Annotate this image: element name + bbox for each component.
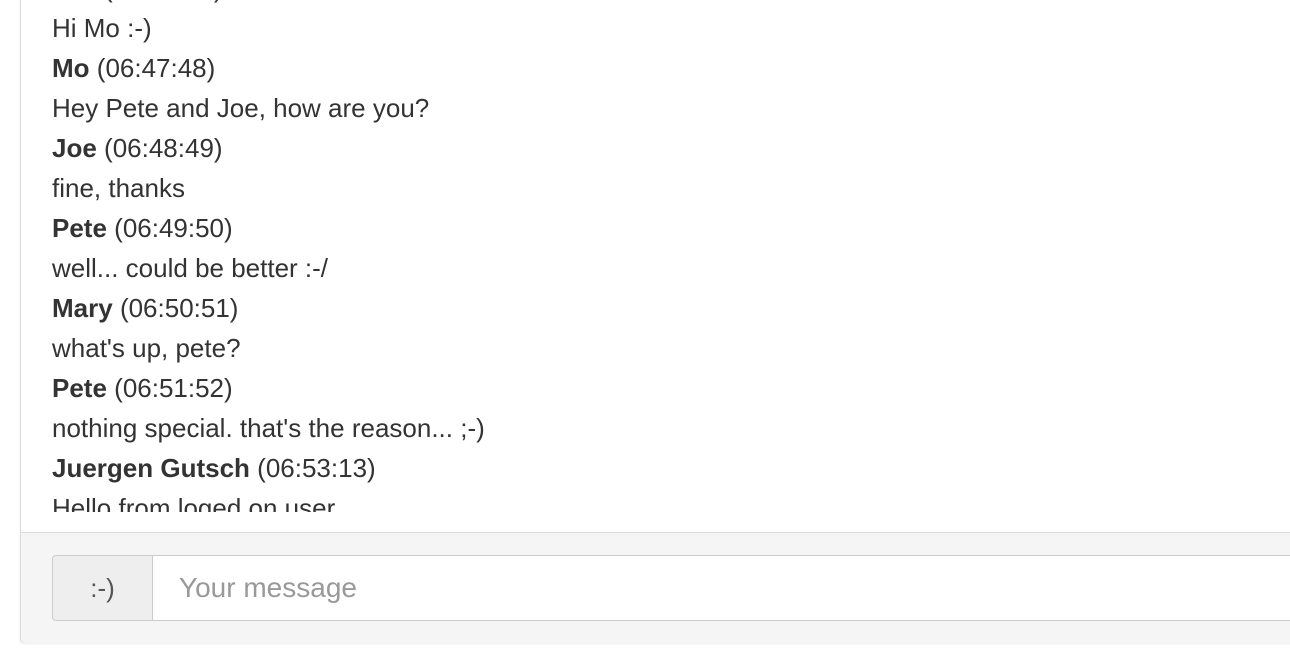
message-header: Pete (06:49:50)	[52, 208, 1252, 248]
message-timestamp: (06:46:47)	[104, 0, 223, 3]
message-header: Pete (06:51:52)	[52, 368, 1252, 408]
message-input-group: :-)	[52, 555, 1290, 621]
message-header: Joe (06:48:49)	[52, 128, 1252, 168]
message-timestamp: (06:53:13)	[257, 453, 376, 483]
message-timestamp: (06:50:51)	[119, 293, 239, 323]
message-timestamp: (06:49:50)	[114, 213, 233, 243]
message-header: Joe (06:46:47)	[52, 0, 1252, 8]
message-timestamp: (06:48:49)	[104, 133, 223, 163]
message-text: Hi Mo :-)	[52, 13, 152, 43]
message-author: Pete	[52, 213, 107, 243]
message-author: Mary	[52, 293, 113, 323]
message-input[interactable]	[152, 555, 1290, 621]
message-text: Hello from loged on user	[52, 493, 336, 512]
message-author: Juergen Gutsch	[52, 453, 250, 483]
message-text: well... could be better :-/	[52, 253, 329, 283]
message-author: Pete	[52, 373, 107, 403]
message-timestamp: (06:51:52)	[114, 373, 233, 403]
message-author: Joe	[52, 0, 97, 3]
message-author: Mo	[52, 53, 90, 83]
message-header: Mary (06:50:51)	[52, 288, 1252, 328]
emoji-button[interactable]: :-)	[52, 555, 152, 621]
message-header: Juergen Gutsch (06:53:13)	[52, 448, 1252, 488]
message-list: Joe (06:46:47) Hi Mo :-) Mo (06:47:48) Hey …	[52, 0, 1252, 512]
message-author: Joe	[52, 133, 97, 163]
message-text: fine, thanks	[52, 173, 185, 203]
message-header: Mo (06:47:48)	[52, 48, 1252, 88]
message-text: Hey Pete and Joe, how are you?	[52, 93, 430, 123]
message-timestamp: (06:47:48)	[96, 53, 216, 83]
message-text: nothing special. that's the reason... ;-…	[52, 413, 485, 443]
message-text: what's up, pete?	[52, 333, 241, 363]
chat-footer: :-)	[21, 532, 1290, 643]
chat-panel: Joe (06:46:47) Hi Mo :-) Mo (06:47:48) Hey …	[20, 0, 1290, 643]
